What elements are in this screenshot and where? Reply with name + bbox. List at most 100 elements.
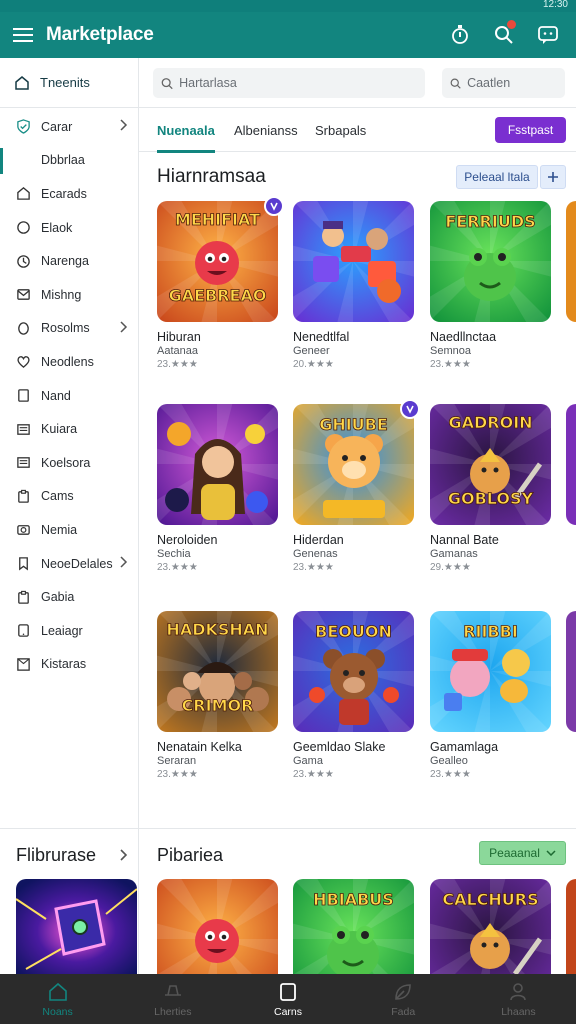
tablet-icon (18, 624, 29, 637)
sidebar-item-label: Leaiagr (41, 623, 83, 638)
game-card[interactable]: GHIUBE Hiderdan Genenas 23.★★★ (293, 399, 420, 573)
sidebar-item-label: Narenga (41, 254, 89, 269)
svg-text:BEOUON: BEOUON (315, 622, 392, 641)
bottom-tile[interactable]: HBIABUS (293, 879, 414, 974)
main-panel: Nuenaala Albenianss Srbapals Fsstpast Hi… (139, 58, 576, 828)
game-thumbnail[interactable]: GADROIN GOBLOSY (430, 404, 551, 525)
game-subtitle: Aatanaa (157, 345, 198, 357)
svg-text:RIIBBI: RIIBBI (463, 622, 518, 641)
chevron-right-icon[interactable] (120, 849, 128, 861)
game-art-image: FERRIUDS (430, 201, 551, 322)
svg-text:HBIABUS: HBIABUS (313, 890, 394, 909)
sidebar-item[interactable]: Kistaras (0, 648, 138, 682)
menu-button[interactable] (0, 12, 46, 58)
game-card[interactable]: GADROIN GOBLOSY Nannal Bate Gamanas 29.★★★ (430, 404, 551, 573)
bottom-tile-0[interactable] (16, 879, 137, 974)
sidebar-item[interactable]: Rosolms (0, 312, 138, 346)
list-icon (17, 423, 30, 435)
game-art-image: HADKSHAN CRIMOR (157, 611, 278, 732)
timer-button[interactable] (438, 12, 482, 58)
game-thumbnail[interactable] (157, 404, 278, 525)
game-rating: 23.★★★ (293, 562, 334, 573)
clipboard-icon (18, 489, 29, 503)
camera-icon (17, 525, 30, 536)
game-thumbnail[interactable]: HADKSHAN CRIMOR (157, 611, 278, 732)
chat-button[interactable] (526, 12, 570, 58)
search-input[interactable] (179, 76, 425, 90)
game-thumbnail[interactable]: FERRIUDS (430, 201, 551, 322)
green-action-label: Peaaanal (489, 846, 540, 860)
green-action-button[interactable]: Peaaanal (479, 841, 566, 865)
sidebar-item[interactable]: Neodlens (0, 345, 138, 379)
game-thumbnail[interactable]: RIIBBI (430, 611, 551, 732)
shield-icon (17, 119, 30, 135)
box-icon (17, 658, 30, 671)
tab-srbapals[interactable]: Srbapals (315, 108, 366, 152)
sidebar-item[interactable]: Koelsora (0, 446, 138, 480)
filter-add-button[interactable] (540, 165, 566, 189)
game-card[interactable]: HADKSHAN CRIMOR Nenatain Kelka Seraran 23.★★… (157, 611, 278, 780)
sidebar-item[interactable]: Dbbrlaa (0, 144, 138, 178)
game-thumbnail[interactable] (293, 201, 414, 322)
sidebar-item[interactable]: Kuiara (0, 412, 138, 446)
bottom-tile[interactable] (157, 879, 278, 974)
sidebar-item-label: Nemia (41, 522, 78, 537)
sidebar-item-label: Kuiara (41, 422, 78, 437)
bookmark-icon (19, 557, 28, 571)
sidebar-item[interactable]: Cams (0, 480, 138, 514)
tab-nuenaala[interactable]: Nuenaala (157, 108, 215, 153)
nav-item[interactable]: Lhaans (461, 974, 576, 1024)
game-card[interactable]: Nenedtlfal Geneer 20.★★★ (293, 201, 414, 370)
game-thumbnail[interactable]: GHIUBE (293, 404, 414, 525)
game-rating: 23.★★★ (430, 769, 471, 780)
sidebar-item[interactable]: Leaiagr (0, 614, 138, 648)
sidebar-item[interactable]: Mishng (0, 278, 138, 312)
game-thumbnail[interactable]: MEHIFIAT GAEBREAO (157, 201, 278, 322)
nav-item[interactable]: Noans (0, 974, 115, 1024)
sidebar-item[interactable]: Elaok (0, 211, 138, 245)
nav-item[interactable]: Fada (346, 974, 461, 1024)
search-input-secondary[interactable] (467, 76, 565, 90)
game-art-image (157, 404, 278, 525)
sidebar-item[interactable]: Nemia (0, 513, 138, 547)
sidebar-item[interactable]: NeoeDelales (0, 547, 138, 581)
game-card[interactable]: Neroloiden Sechia 23.★★★ (157, 404, 278, 573)
sidebar-item[interactable]: Ecarads (0, 177, 138, 211)
sidebar-item[interactable]: Gabia (0, 580, 138, 614)
bottom-tile[interactable]: CALCHURS (430, 879, 551, 974)
search-field-secondary[interactable] (442, 68, 565, 98)
peek-card[interactable] (566, 611, 576, 732)
bottom-left-section: Flibrurase (0, 829, 139, 974)
game-subtitle: Genenas (293, 548, 338, 560)
peek-card[interactable] (566, 201, 576, 322)
game-thumbnail[interactable]: BEOUON (293, 611, 414, 732)
nav-item[interactable]: Lherties (115, 974, 230, 1024)
sidebar-item[interactable]: Carar (0, 110, 138, 144)
app-bar: Marketplace (0, 12, 576, 58)
peek-card[interactable] (566, 404, 576, 525)
game-card[interactable]: BEOUON Geemldao Slake Gama 23.★★★ (293, 611, 414, 780)
tab-albenianss[interactable]: Albenianss (234, 108, 298, 152)
game-card[interactable]: MEHIFIAT GAEBREAO Hiburan Aatanaa 23.★★★ (157, 196, 284, 370)
game-card[interactable]: RIIBBI Gamamlaga Gealleo 23.★★★ (430, 611, 551, 780)
svg-text:GHIUBE: GHIUBE (319, 415, 388, 434)
filter-button[interactable]: Peleaal ltala (456, 165, 538, 189)
person-icon (510, 982, 527, 1000)
search-button[interactable] (482, 12, 526, 58)
search-icon (450, 78, 461, 89)
nav-item[interactable]: Carns (230, 974, 345, 1024)
game-art-image: BEOUON (293, 611, 414, 732)
sidebar-header[interactable]: Tneenits (0, 58, 138, 108)
search-field[interactable] (153, 68, 425, 98)
bottom-navigation: Noans Lherties Carns Fada Lhaans (0, 974, 576, 1024)
sidebar-item[interactable]: Narenga (0, 244, 138, 278)
circle-icon (17, 221, 30, 234)
sidebar-item-label: Koelsora (41, 455, 91, 470)
game-card[interactable]: FERRIUDS Naedllnctaa Semnoa 23.★★★ (430, 201, 551, 370)
peek-card[interactable] (566, 879, 576, 974)
primary-action-button[interactable]: Fsstpast (495, 117, 566, 143)
sidebar-item[interactable]: Nand (0, 379, 138, 413)
clipboard-icon (18, 590, 29, 604)
sidebar-item-label: Gabia (41, 590, 75, 605)
heart-icon (17, 356, 30, 369)
